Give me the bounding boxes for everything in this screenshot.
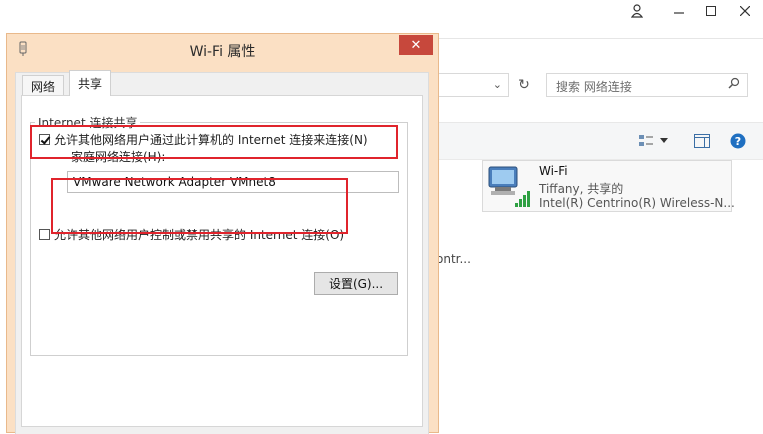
minimize-icon[interactable] <box>664 0 694 22</box>
network-adapter-icon <box>487 165 533 209</box>
allow-control-checkbox[interactable] <box>39 229 50 240</box>
connection-status: Tiffany, 共享的 <box>539 182 624 196</box>
background-titlebar <box>0 0 763 28</box>
search-placeholder: 搜索 网络连接 <box>556 80 632 94</box>
change-view-icon[interactable] <box>636 131 656 151</box>
dialog-close-button[interactable]: ✕ <box>399 35 433 55</box>
command-bar: ? <box>435 122 763 160</box>
tab-network[interactable]: 网络 <box>22 75 65 96</box>
dialog-titlebar[interactable]: Wi-Fi 属性 ✕ <box>7 34 438 64</box>
refresh-icon[interactable]: ↻ <box>510 73 538 97</box>
tab-sharing[interactable]: 共享 <box>69 70 112 96</box>
truncated-label: ontr... <box>436 252 471 266</box>
connection-adapter: Intel(R) Centrino(R) Wireless-N... <box>539 196 735 210</box>
close-icon[interactable] <box>728 0 762 22</box>
settings-button[interactable]: 设置(G)... <box>314 272 398 295</box>
dropdown-arrow-icon[interactable] <box>658 131 670 151</box>
user-icon[interactable] <box>626 0 648 22</box>
preview-pane-icon[interactable] <box>692 131 712 151</box>
search-box[interactable]: 搜索 网络连接 <box>546 73 748 97</box>
toolbar-divider <box>435 38 763 39</box>
annotation-box-home-network <box>51 178 348 234</box>
connection-name: Wi-Fi <box>539 164 568 178</box>
svg-text:?: ? <box>735 135 741 148</box>
maximize-icon[interactable] <box>696 0 726 22</box>
dialog-title: Wi-Fi 属性 <box>189 44 256 60</box>
search-icon[interactable] <box>728 77 740 92</box>
signal-bars-icon <box>515 191 530 207</box>
annotation-box-allow-share <box>30 125 398 159</box>
chevron-down-icon[interactable]: ⌄ <box>493 78 502 91</box>
address-bar[interactable]: ⌄ <box>436 73 509 97</box>
help-icon[interactable]: ? <box>728 131 748 151</box>
wifi-connection-item[interactable]: Wi-Fi Tiffany, 共享的 Intel(R) Centrino(R) … <box>482 160 735 212</box>
